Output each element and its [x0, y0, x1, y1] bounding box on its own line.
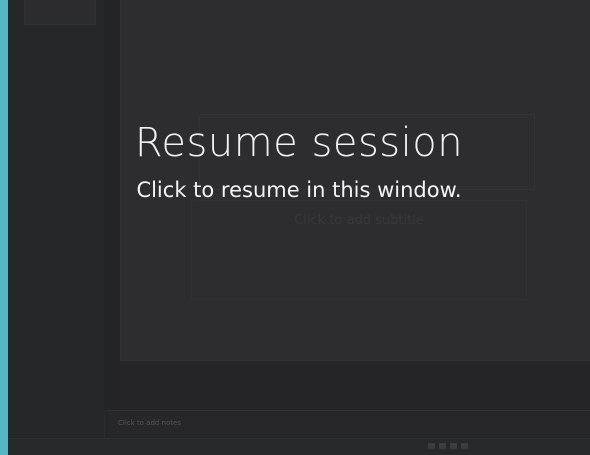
resume-session-overlay[interactable]: Resume session Click to resume in this w… — [8, 0, 590, 455]
resume-session-instruction: Click to resume in this window. — [136, 178, 462, 202]
resume-session-title: Resume session — [134, 120, 464, 166]
